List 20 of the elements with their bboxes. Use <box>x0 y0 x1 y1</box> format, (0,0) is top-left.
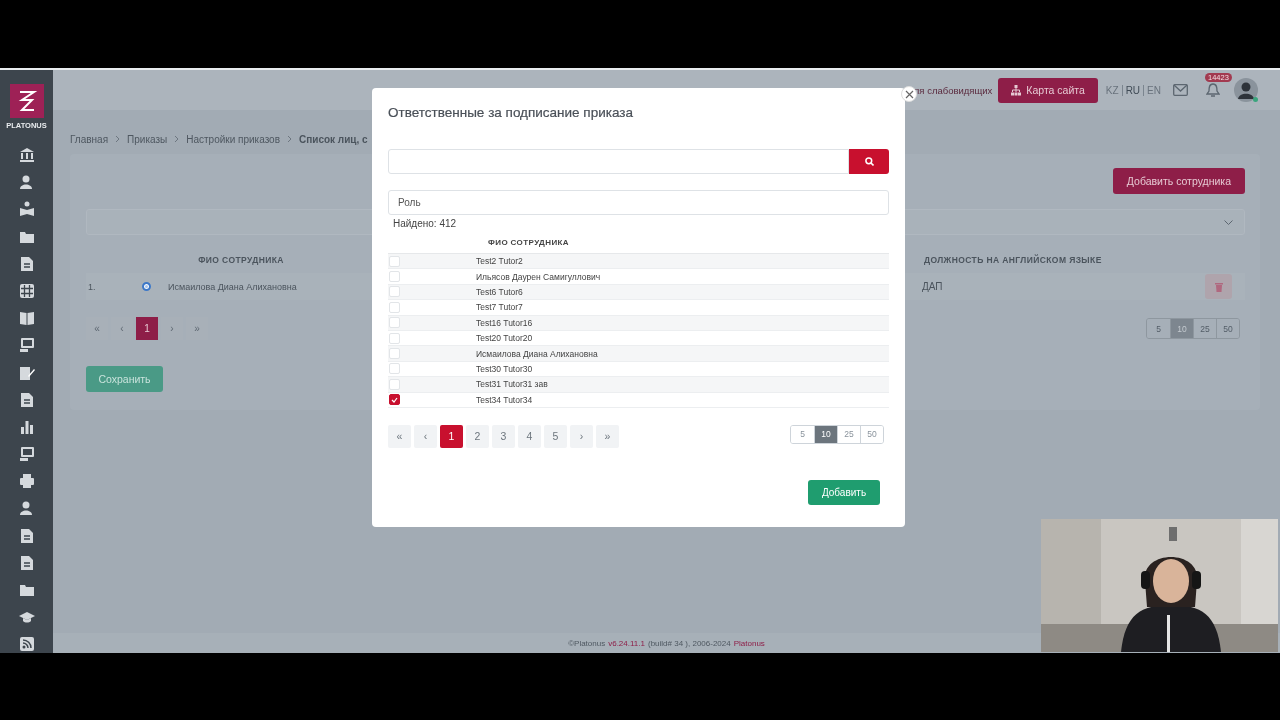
table-cell: Test2 Tutor2 <box>476 256 523 267</box>
table-cell: Test31 Tutor31 зав <box>476 379 548 390</box>
table-cell: Test34 Tutor34 <box>476 394 533 405</box>
table-cell: Test20 Tutor20 <box>476 333 533 344</box>
table-cell: Исмаилова Диана Алихановна <box>476 348 598 359</box>
footer-build: (build# 34 ), 2006-2024 <box>647 638 731 648</box>
table-cell: Ильясов Даурен Самигуллович <box>476 271 601 282</box>
modal-title: Ответственные за подписание приказа <box>388 105 634 120</box>
table-cell: Test30 Tutor30 <box>476 363 533 374</box>
found-count: Найдено: 412 <box>393 218 458 229</box>
table-cell-text: Исмаилова Диана Алихановна <box>167 281 298 292</box>
table-cell: Test16 Tutor16 <box>476 317 533 328</box>
table-cell: Test7 Tutor7 <box>476 302 523 313</box>
column-header: ФИО СОТРУДНИКА <box>488 238 569 247</box>
column-header: ФИО СОТРУДНИКА <box>197 255 285 265</box>
table-cell: Test6 Tutor6 <box>476 286 523 297</box>
footer-copyright: ©Platonus <box>568 638 606 648</box>
row-number: 1. <box>87 281 97 292</box>
column-header: ДОЛЖНОСТЬ НА АНГЛИЙСКОМ ЯЗЫКЕ <box>923 255 1103 265</box>
footer-version: v6.24.11.1 <box>608 638 645 648</box>
